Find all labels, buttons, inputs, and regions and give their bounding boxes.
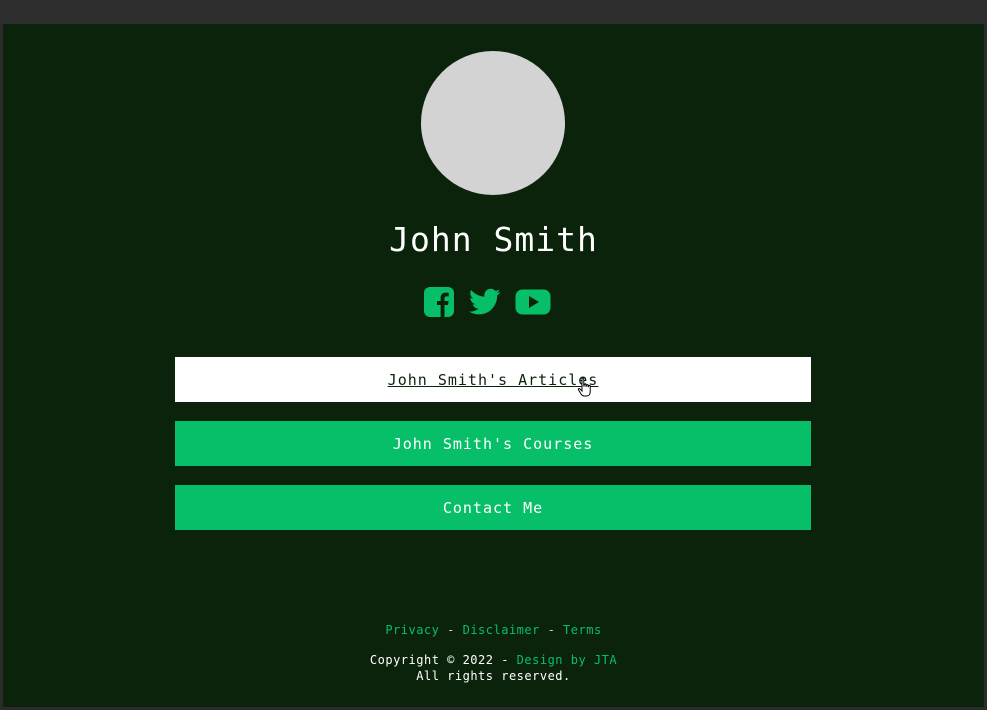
courses-button-label: John Smith's Courses [392,434,594,453]
hand-pointer-cursor-icon [577,377,591,397]
footer-separator: - [547,623,556,637]
privacy-link[interactable]: Privacy [385,623,439,637]
courses-button[interactable]: John Smith's Courses [175,421,811,466]
copyright-text: Copyright © 2022 - [369,653,509,667]
youtube-icon[interactable] [515,289,551,315]
rights-text: All rights reserved. [416,669,571,683]
disclaimer-link[interactable]: Disclaimer [463,623,540,637]
copyright-line: Copyright © 2022 - Design by JTA [3,652,984,668]
copyright: Copyright © 2022 - Design by JTA All rig… [3,652,984,684]
window-frame [0,0,987,24]
twitter-icon[interactable] [469,288,501,316]
articles-button[interactable]: John Smith's Articles [175,357,811,402]
avatar [421,51,565,195]
design-credit-link[interactable]: Design by JTA [517,653,617,667]
footer-separator: - [447,623,455,637]
profile-page: John Smith John Smith's Articles John Sm… [3,24,984,707]
contact-button[interactable]: Contact Me [175,485,811,530]
social-links [423,286,551,318]
contact-button-label: Contact Me [442,498,544,517]
articles-button-label: John Smith's Articles [387,370,599,389]
profile-name: John Smith [389,220,598,259]
terms-link[interactable]: Terms [563,623,602,637]
footer-links: Privacy - Disclaimer - Terms [3,623,984,637]
facebook-icon[interactable] [423,286,455,318]
